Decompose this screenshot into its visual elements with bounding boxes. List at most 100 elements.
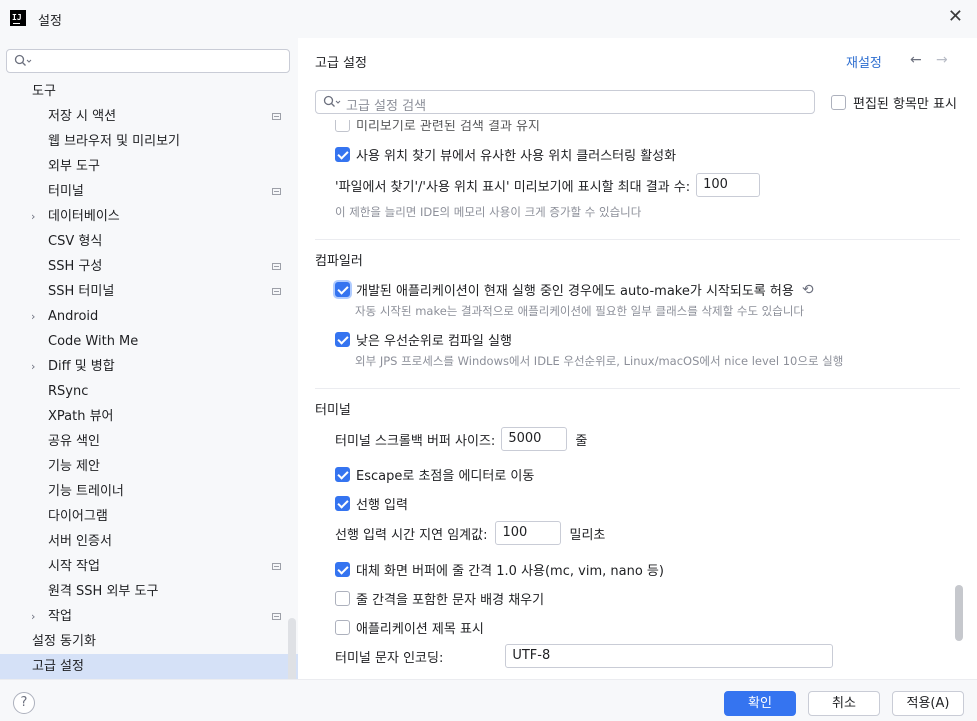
alt-buffer-label: 대체 화면 버퍼에 줄 간격 1.0 사용(mc, vim, nano 등) xyxy=(356,564,664,579)
sidebar-item[interactable]: 고급 설정 xyxy=(0,654,298,679)
sidebar-item[interactable]: 기능 제안 xyxy=(0,454,298,479)
sidebar-item[interactable]: 서버 인증서 xyxy=(0,529,298,554)
encoding-select[interactable]: UTF-8 xyxy=(505,644,834,668)
sidebar-item-label: 기능 트레이너 xyxy=(48,484,124,499)
sidebar-item[interactable]: 공유 색인 xyxy=(0,429,298,454)
escape-checkbox[interactable] xyxy=(335,467,350,482)
window-title: 설정 xyxy=(38,14,62,29)
sidebar-item-label: SSH 터미널 xyxy=(48,284,115,299)
settings-content: 미리보기로 관련된 검색 결과 유지 사용 위치 찾기 뷰에서 유사한 사용 위… xyxy=(298,120,977,679)
close-icon[interactable]: ✕ xyxy=(948,8,963,26)
typeahead-delay-unit: 밀리초 xyxy=(569,527,606,543)
apply-button[interactable]: 적용(A) xyxy=(892,691,964,716)
sidebar-item[interactable]: 도구 xyxy=(0,79,298,104)
sidebar-item[interactable]: SSH 터미널 xyxy=(0,279,298,304)
app-logo-icon: IJ xyxy=(10,10,26,26)
typeahead-checkbox[interactable] xyxy=(335,496,350,511)
content-vertical-scrollbar[interactable] xyxy=(955,585,963,641)
low-priority-row[interactable]: 낮은 우선순위로 컴파일 실행 xyxy=(335,330,512,349)
usage-cluster-row[interactable]: 사용 위치 찾기 뷰에서 유사한 사용 위치 클러스터링 활성화 xyxy=(335,145,676,164)
fill-bg-row[interactable]: 줄 간격을 포함한 문자 배경 채우기 xyxy=(335,589,544,608)
low-priority-label: 낮은 우선순위로 컴파일 실행 xyxy=(356,334,512,349)
chevron-right-icon[interactable]: › xyxy=(31,604,35,629)
sidebar-item[interactable]: 저장 시 액션 xyxy=(0,104,298,129)
scrollback-input[interactable]: 5000 xyxy=(501,427,568,451)
chevron-right-icon[interactable]: › xyxy=(31,204,35,229)
typeahead-label: 선행 입력 xyxy=(356,498,408,513)
max-results-hint: 이 제한을 늘리면 IDE의 메모리 사용이 크게 증가할 수 있습니다 xyxy=(335,205,642,219)
sidebar-item[interactable]: › 데이터베이스 xyxy=(0,204,298,229)
compiler-section-title: 컴파일러 xyxy=(315,254,363,269)
partial-setting-checkbox[interactable] xyxy=(335,120,350,132)
edited-only-label: 편집된 항목만 표시 xyxy=(853,97,957,112)
sidebar-item[interactable]: › 작업 xyxy=(0,604,298,629)
sidebar-item[interactable]: 웹 브라우저 및 미리보기 xyxy=(0,129,298,154)
sidebar-item[interactable]: Code With Me xyxy=(0,329,298,354)
forward-arrow-icon[interactable]: → xyxy=(936,52,948,68)
settings-dialog: IJ 설정 ✕ 도구 저장 시 액션 웹 브라우저 및 미리보기 외부 도구 터미널 › 데… xyxy=(0,0,977,721)
sidebar-item-label: XPath 뷰어 xyxy=(48,409,114,424)
typeahead-delay-input[interactable]: 100 xyxy=(495,521,562,545)
fill-bg-label: 줄 간격을 포함한 문자 배경 채우기 xyxy=(356,593,545,608)
sidebar-item[interactable]: SSH 구성 xyxy=(0,254,298,279)
app-title-row[interactable]: 애플리케이션 제목 표시 xyxy=(335,618,484,637)
typeahead-delay-label: 선행 입력 시간 지연 임계값: xyxy=(335,527,488,543)
sidebar-item[interactable]: › Android xyxy=(0,304,298,329)
reset-link[interactable]: 재설정 xyxy=(846,52,882,71)
project-settings-icon xyxy=(272,113,281,120)
sidebar-item[interactable]: 다이어그램 xyxy=(0,504,298,529)
sidebar-item-label: 웹 브라우저 및 미리보기 xyxy=(48,134,180,149)
app-title-checkbox[interactable] xyxy=(335,620,350,635)
terminal-section-title: 터미널 xyxy=(315,403,351,418)
sidebar-item[interactable]: XPath 뷰어 xyxy=(0,404,298,429)
sidebar-item-label: 서버 인증서 xyxy=(48,534,112,549)
edited-only-checkbox[interactable] xyxy=(831,95,846,110)
edited-only-toggle[interactable]: 편집된 항목만 표시 xyxy=(831,93,957,112)
project-settings-icon xyxy=(272,613,281,620)
scrollback-label: 터미널 스크롤백 버퍼 사이즈: xyxy=(335,433,496,449)
low-priority-hint: 외부 JPS 프로세스를 Windows에서 IDLE 우선순위로, Linux… xyxy=(355,354,844,368)
separator xyxy=(315,388,960,389)
sidebar-search-input[interactable] xyxy=(6,49,290,73)
chevron-right-icon[interactable]: › xyxy=(31,304,35,329)
escape-row[interactable]: Escape로 초점을 에디터로 이동 xyxy=(335,465,534,484)
project-settings-icon xyxy=(272,263,281,270)
sidebar-item-label: 원격 SSH 외부 도구 xyxy=(48,584,159,599)
sidebar-item[interactable]: 원격 SSH 외부 도구 xyxy=(0,579,298,604)
dialog-footer: ? 확인 취소 적용(A) xyxy=(0,679,977,721)
search-icon xyxy=(323,95,341,107)
chevron-right-icon[interactable]: › xyxy=(31,354,35,379)
usage-cluster-label: 사용 위치 찾기 뷰에서 유사한 사용 위치 클러스터링 활성화 xyxy=(356,149,677,164)
sidebar-item[interactable]: CSV 형식 xyxy=(0,229,298,254)
help-icon[interactable]: ? xyxy=(13,692,35,714)
back-arrow-icon[interactable]: ← xyxy=(910,52,922,68)
usage-cluster-checkbox[interactable] xyxy=(335,147,350,162)
alt-buffer-checkbox[interactable] xyxy=(335,562,350,577)
automake-checkbox[interactable] xyxy=(335,282,350,297)
sidebar-item[interactable]: RSync xyxy=(0,379,298,404)
sidebar-item[interactable]: 외부 도구 xyxy=(0,154,298,179)
low-priority-checkbox[interactable] xyxy=(335,332,350,347)
sidebar-item[interactable]: 시작 작업 xyxy=(0,554,298,579)
partial-setting-row[interactable]: 미리보기로 관련된 검색 결과 유지 xyxy=(335,120,540,134)
cancel-button[interactable]: 취소 xyxy=(808,691,880,716)
escape-label: Escape로 초점을 에디터로 이동 xyxy=(356,469,535,484)
sidebar-item-label: 데이터베이스 xyxy=(48,209,120,224)
settings-sidebar: 도구 저장 시 액션 웹 브라우저 및 미리보기 외부 도구 터미널 › 데이터베이스 CSV… xyxy=(0,38,298,718)
ok-button[interactable]: 확인 xyxy=(724,691,796,716)
automake-row[interactable]: 개발된 애플리케이션이 현재 실행 중인 경우에도 auto-make가 시작되… xyxy=(335,280,814,299)
typeahead-row[interactable]: 선행 입력 xyxy=(335,494,408,513)
search-placeholder: 고급 설정 검색 xyxy=(346,99,427,114)
sidebar-item[interactable]: › Diff 및 병합 xyxy=(0,354,298,379)
sidebar-item[interactable]: 설정 동기화 xyxy=(0,629,298,654)
sidebar-item[interactable]: 기능 트레이너 xyxy=(0,479,298,504)
advanced-settings-search-input[interactable]: 고급 설정 검색 xyxy=(315,90,815,114)
scrollback-row: 터미널 스크롤백 버퍼 사이즈: 5000 줄 xyxy=(335,427,587,451)
fill-bg-checkbox[interactable] xyxy=(335,591,350,606)
alt-buffer-row[interactable]: 대체 화면 버퍼에 줄 간격 1.0 사용(mc, vim, nano 등) xyxy=(335,560,664,579)
max-results-input[interactable]: 100 xyxy=(696,173,761,197)
project-settings-icon xyxy=(272,188,281,195)
undo-icon[interactable]: ⟲ xyxy=(802,282,814,298)
sidebar-item[interactable]: 터미널 xyxy=(0,179,298,204)
title-bar: IJ 설정 ✕ xyxy=(0,0,977,38)
